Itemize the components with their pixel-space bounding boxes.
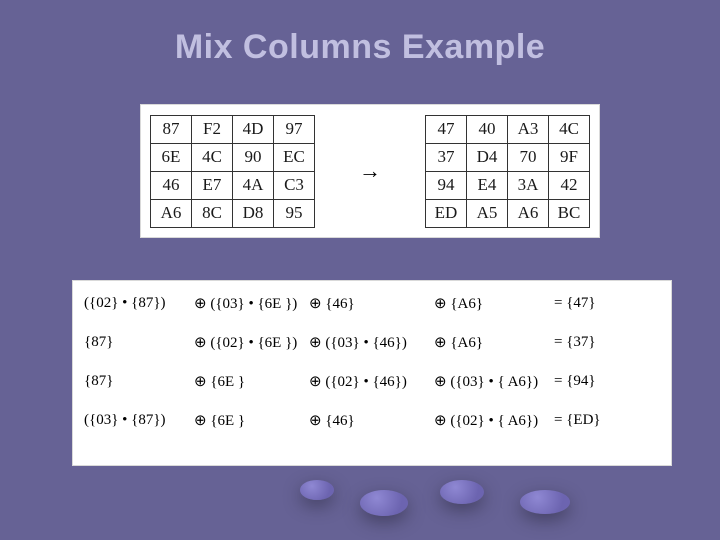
eq-cell: ⊕ ({03} • { A6}) <box>434 372 554 391</box>
eq-cell: ⊕ {A6} <box>434 333 554 352</box>
decorative-blob <box>360 490 408 516</box>
eq-cell: ⊕ ({02} • {6E }) <box>194 333 309 352</box>
eq-cell: = {94} <box>554 373 614 390</box>
equations-panel: ({02} • {87}) ⊕ ({03} • {6E }) ⊕ {46} ⊕ … <box>72 280 672 466</box>
decorative-blob <box>520 490 570 514</box>
matrices-panel: 87F24D97 6E4C90EC 46E74AC3 A68CD895 → 47… <box>140 104 600 238</box>
eq-cell: ⊕ ({03} • {6E }) <box>194 294 309 313</box>
eq-cell: {87} <box>84 373 194 390</box>
eq-cell: ⊕ ({02} • {46}) <box>309 372 434 391</box>
eq-cell: ⊕ {6E } <box>194 411 309 430</box>
eq-cell: {87} <box>84 334 194 351</box>
slide-title: Mix Columns Example <box>0 0 720 67</box>
eq-cell: = {37} <box>554 334 614 351</box>
decorative-blob <box>300 480 334 500</box>
equations-grid: ({02} • {87}) ⊕ ({03} • {6E }) ⊕ {46} ⊕ … <box>84 288 660 430</box>
eq-cell: ({03} • {87}) <box>84 412 194 429</box>
eq-cell: ⊕ {6E } <box>194 372 309 391</box>
eq-cell: ({02} • {87}) <box>84 295 194 312</box>
eq-cell: ⊕ {46} <box>309 411 434 430</box>
eq-cell: ⊕ {46} <box>309 294 434 313</box>
matrix-left: 87F24D97 6E4C90EC 46E74AC3 A68CD895 <box>150 115 315 228</box>
matrix-right: 4740A34C 37D4709F 94E43A42 EDA5A6BC <box>425 115 590 228</box>
eq-cell: = {ED} <box>554 412 614 429</box>
eq-cell: ⊕ ({03} • {46}) <box>309 333 434 352</box>
decorative-blob <box>440 480 484 504</box>
eq-cell: ⊕ {A6} <box>434 294 554 313</box>
arrow-icon: → <box>315 158 425 184</box>
eq-cell: = {47} <box>554 295 614 312</box>
eq-cell: ⊕ ({02} • { A6}) <box>434 411 554 430</box>
